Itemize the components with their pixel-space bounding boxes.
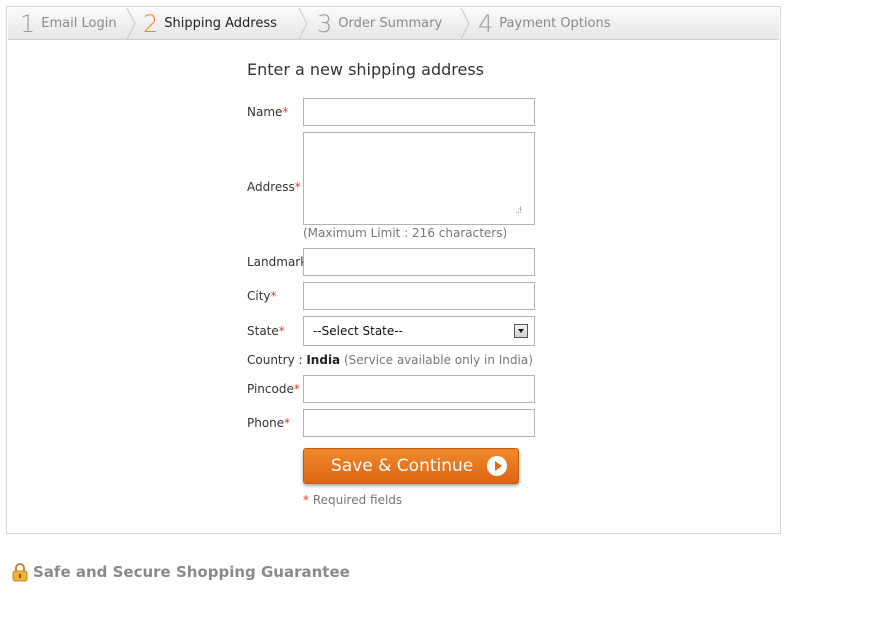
padlock-icon <box>12 563 28 582</box>
address-textarea[interactable] <box>303 132 535 225</box>
form-heading: Enter a new shipping address <box>247 60 484 79</box>
state-label: State* <box>247 324 285 338</box>
resize-grip-icon[interactable]: .:! <box>515 206 527 216</box>
secure-text: Safe and Secure Shopping Guarantee <box>33 563 350 581</box>
city-input[interactable] <box>303 282 535 310</box>
step-label: Email Login <box>41 16 117 31</box>
state-select[interactable]: --Select State-- <box>303 316 535 346</box>
step-number: 3 <box>317 9 333 38</box>
step-separator-icon <box>460 8 470 39</box>
step-number: 1 <box>20 9 36 38</box>
step-payment-options[interactable]: 4 Payment Options <box>478 8 611 39</box>
step-separator-icon <box>126 8 136 39</box>
save-continue-button[interactable]: Save & Continue <box>303 448 519 484</box>
pincode-input[interactable] <box>303 375 535 403</box>
secure-shopping-banner: Safe and Secure Shopping Guarantee <box>12 562 350 582</box>
step-label: Payment Options <box>499 16 611 31</box>
landmark-input[interactable] <box>303 248 535 276</box>
pincode-label: Pincode* <box>247 382 300 396</box>
name-label: Name* <box>247 105 289 119</box>
arrow-right-circle-icon <box>487 456 507 476</box>
phone-input[interactable] <box>303 409 535 437</box>
step-separator-icon <box>298 8 308 39</box>
address-label: Address* <box>247 180 301 194</box>
required-fields-note: * Required fields <box>303 493 403 507</box>
save-continue-label: Save & Continue <box>331 456 474 476</box>
step-order-summary[interactable]: 3 Order Summary <box>317 8 442 39</box>
country-info: Country : India (Service available only … <box>247 353 533 367</box>
state-selected-value: --Select State-- <box>313 324 403 338</box>
step-number: 4 <box>478 9 494 38</box>
phone-label: Phone* <box>247 416 291 430</box>
step-label: Shipping Address <box>164 16 277 31</box>
landmark-label: Landmark <box>247 255 308 269</box>
country-value: India <box>306 353 341 367</box>
city-label: City* <box>247 289 277 303</box>
dropdown-arrow-icon[interactable] <box>514 324 528 338</box>
name-input[interactable] <box>303 98 535 126</box>
step-shipping-address[interactable]: 2 Shipping Address <box>143 8 277 39</box>
country-note: (Service available only in India) <box>340 353 533 367</box>
address-limit-hint: (Maximum Limit : 216 characters) <box>303 226 508 240</box>
step-label: Order Summary <box>338 16 443 31</box>
step-number: 2 <box>143 9 159 38</box>
checkout-steps: 1 Email Login 2 Shipping Address 3 Order… <box>8 8 779 40</box>
step-email-login[interactable]: 1 Email Login <box>20 8 117 39</box>
